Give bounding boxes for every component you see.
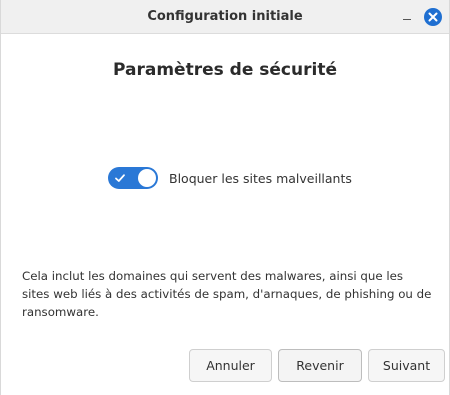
window-title: Configuration initiale bbox=[147, 9, 303, 24]
minimize-icon[interactable] bbox=[399, 9, 415, 25]
page-title: Paramètres de sécurité bbox=[113, 60, 337, 80]
next-button[interactable]: Suivant bbox=[368, 349, 445, 382]
setup-window: Configuration initiale Paramètres de séc… bbox=[0, 0, 450, 395]
close-icon[interactable] bbox=[424, 8, 442, 26]
back-button[interactable]: Revenir bbox=[278, 349, 362, 382]
cancel-button[interactable]: Annuler bbox=[189, 349, 272, 382]
block-malicious-sites-row: Bloquer les sites malveillants bbox=[108, 167, 352, 189]
toggle-knob bbox=[138, 169, 156, 187]
description-text: Cela inclut les domaines qui servent des… bbox=[22, 269, 432, 319]
title-bar: Configuration initiale bbox=[1, 0, 449, 34]
block-malicious-sites-toggle[interactable] bbox=[108, 167, 158, 189]
checkmark-icon bbox=[115, 174, 125, 182]
toggle-label: Bloquer les sites malveillants bbox=[169, 170, 352, 186]
